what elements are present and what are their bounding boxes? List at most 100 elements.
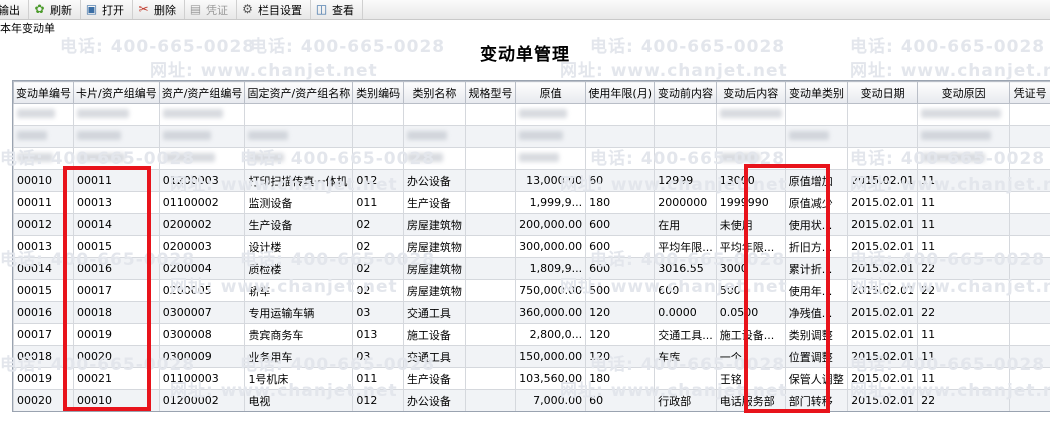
table-row-obscured[interactable] <box>13 147 1050 170</box>
table-cell: 2015.02.01 <box>847 257 919 280</box>
table-row[interactable]: 00010 00011 01200003 打印扫描传真一体机 012 办公设备 13,000… <box>13 169 1050 192</box>
table-cell: 位置调整 <box>784 345 849 368</box>
column-header[interactable]: 原值 <box>515 81 587 104</box>
table-row[interactable]: 00013 00015 0200003 设计楼 02 房屋建筑物 300,000.00 600… <box>13 235 1050 258</box>
table-cell: 3016.55 <box>654 257 717 280</box>
table-cell <box>353 412 404 413</box>
table-cell: 300,000.00 <box>515 235 587 258</box>
table-cell-obscured <box>585 103 656 126</box>
table-cell: 00013 <box>13 235 74 258</box>
toolbar-button-3[interactable]: ✂ 删除 <box>133 0 185 19</box>
table-cell: 00017 <box>13 323 74 346</box>
table-row[interactable]: 00019 00021 01100003 1号机床 011 生产设备 103,560.00 1… <box>13 367 1050 390</box>
table-cell-obscured <box>402 125 466 148</box>
table-cell: 00015 <box>73 235 160 258</box>
table-cell: 交通工具 <box>402 301 466 324</box>
table-cell: 60 <box>585 169 656 192</box>
toolbar-button-4[interactable]: ▤ 凭证 <box>185 0 237 19</box>
table-cell-obscured <box>585 147 656 170</box>
table-row[interactable]: 00012 00014 0200002 生产设备 02 房屋建筑物 200,000.00 60… <box>13 213 1050 236</box>
table-row[interactable]: 00014 00016 0200004 质检楼 02 房屋建筑物 1,809,9... 600… <box>13 257 1050 280</box>
column-header[interactable]: 变动单编号 <box>13 81 74 104</box>
table-row[interactable]: 00016 00018 0300007 专用运输车辆 03 交通工具 360,000.00 1… <box>13 301 1050 324</box>
column-header[interactable]: 类别编码 <box>352 81 404 104</box>
table-cell: 00015 <box>13 279 74 302</box>
table-cell: 保管人调整 <box>784 367 849 390</box>
table-cell: 电话服务部 <box>715 389 786 411</box>
table-cell: 监测设备 <box>244 191 354 214</box>
toolbar-button-6[interactable]: ◫ 查看 <box>311 0 363 19</box>
table-cell <box>654 367 717 390</box>
table-cell-obscured <box>244 103 354 126</box>
table-row-obscured[interactable] <box>13 103 1050 126</box>
column-header[interactable]: 变动原因 <box>917 81 1011 104</box>
table-cell: 0.0500 <box>715 301 786 324</box>
table-row[interactable]: 00015 00017 0200005 轿车 02 房屋建筑物 750,000.00 500 6… <box>13 279 1050 302</box>
column-header[interactable]: 卡片/资产组编号 <box>73 81 160 104</box>
toolbar-button-2[interactable]: ▣ 打开 <box>81 0 133 19</box>
table-cell: 011 <box>352 191 404 214</box>
table-cell-obscured <box>917 103 1011 126</box>
table-cell: 累计折... <box>784 257 849 280</box>
toolbar-button-5[interactable]: ⚙ 栏目设置 <box>237 0 311 19</box>
table-cell: 02 <box>352 213 404 236</box>
column-header[interactable]: 变动前内容 <box>654 81 717 104</box>
table-cell: 2015.02.01 <box>847 191 919 214</box>
table-cell: 房屋建筑物 <box>402 235 466 258</box>
table-cell <box>464 345 517 368</box>
table-row[interactable]: 00018 00020 0300009 业务用车 03 交通工具 150,000.00 120… <box>13 345 1050 368</box>
table-cell <box>464 169 517 192</box>
table-cell: 00010 <box>13 169 74 192</box>
table-cell-obscured <box>244 125 354 148</box>
toolbar-button-label: 输出 <box>0 3 20 17</box>
toolbar-button-0[interactable]: ⇥输出 <box>0 0 29 19</box>
column-header[interactable]: 变动日期 <box>847 81 919 104</box>
toolbar-button-label: 删除 <box>154 3 176 17</box>
table-cell: 01100002 <box>158 191 246 214</box>
column-header[interactable]: 规格型号 <box>464 81 517 104</box>
table-row[interactable]: 00020 00010 01200002 电视 012 办公设备 7,000.00 60 行政部… <box>13 389 1050 411</box>
table-cell: 0200002 <box>158 213 246 236</box>
table-cell <box>1009 169 1050 192</box>
toolbar-button-label: 栏目设置 <box>258 3 302 17</box>
table-cell: 750,000.00 <box>515 279 587 302</box>
table-cell-obscured <box>784 103 849 126</box>
table-cell: 业务用车 <box>244 345 354 368</box>
table-cell: 00016 <box>73 257 160 280</box>
column-header[interactable]: 固定资产/资产组名称 <box>244 81 354 104</box>
column-header[interactable]: 变动后内容 <box>715 81 786 104</box>
table-cell: 120 <box>585 301 656 324</box>
table-cell: 2015.02.01 <box>847 389 919 411</box>
column-header[interactable]: 凭证号 <box>1009 81 1050 104</box>
table-cell: 01200002 <box>158 389 246 411</box>
table-cell: 011 <box>352 367 404 390</box>
table-cell: 00011 <box>13 191 74 214</box>
table-cell <box>159 412 245 413</box>
column-header[interactable]: 资产/资产组编号 <box>158 81 246 104</box>
table-row[interactable]: 00011 00013 01100002 监测设备 011 生产设备 1,999,9... 1… <box>13 191 1050 214</box>
table-cell: 部门转移 <box>784 389 849 411</box>
table-cell-obscured <box>784 125 849 148</box>
table-cell-obscured <box>73 125 160 148</box>
column-header[interactable]: 变动单类别 <box>784 81 849 104</box>
view-icon: ◫ <box>315 2 328 16</box>
table-cell: 0200004 <box>158 257 246 280</box>
toolbar-button-1[interactable]: ✿ 刷新 <box>29 0 81 19</box>
table-cell: 00013 <box>73 191 160 214</box>
table-cell <box>1009 367 1050 390</box>
table-cell: 在用 <box>654 213 717 236</box>
table-cell <box>1009 301 1050 324</box>
tab-current[interactable]: 本年变动单 <box>0 20 55 35</box>
column-header[interactable]: 类别名称 <box>402 81 466 104</box>
voucher-icon: ▤ <box>189 2 202 16</box>
table-cell: 2015.02.01 <box>847 235 919 258</box>
table-cell: 120 <box>585 345 656 368</box>
table-row[interactable]: 00017 00019 0300008 贵宾商务车 013 施工设备 2,800,0... 1… <box>13 323 1050 346</box>
table-cell: 03 <box>352 345 404 368</box>
table-cell: 2,800,0... <box>515 323 587 346</box>
column-header[interactable]: 使用年限(月) <box>585 81 656 104</box>
table-cell: 使用状... <box>784 213 849 236</box>
table-cell <box>464 323 517 346</box>
table-row-obscured[interactable] <box>13 125 1050 148</box>
table-cell: 设计楼 <box>244 235 354 258</box>
